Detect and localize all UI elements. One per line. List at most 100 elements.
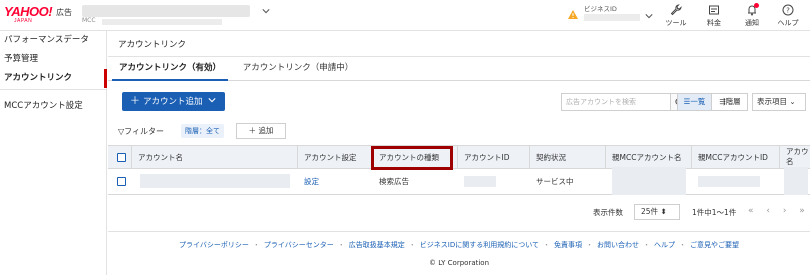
footer-link-privacy-center[interactable]: プライバシーセンター (264, 241, 334, 249)
table-row: 設定 検索広告 サービス中 (108, 167, 810, 195)
add-filter-label: 追加 (258, 126, 274, 135)
chevron-down-icon (207, 98, 216, 103)
filter-row: ▽フィルター 階層：全て ＋ 追加 (108, 122, 810, 144)
parent-mcc-name-redacted (612, 167, 686, 195)
settings-link[interactable]: 設定 (298, 169, 373, 194)
wrench-icon (670, 4, 682, 16)
column-header-account-settings[interactable]: アカウント設定 (298, 146, 373, 169)
display-items-dropdown[interactable]: 表示項目 ⌄ (752, 93, 806, 111)
column-header-truncated[interactable]: アカウ名 (780, 146, 810, 169)
help-button[interactable]: ? ヘルプ (772, 3, 804, 29)
copyright: © LY Corporation (428, 259, 490, 267)
display-items-label: 表示項目 (757, 97, 787, 106)
highlight-annotation (371, 146, 453, 170)
separator: ・ (543, 241, 550, 249)
row-checkbox[interactable] (117, 177, 126, 186)
tab-bar: アカウントリンク（有効） アカウントリンク（申請中） (108, 57, 810, 81)
page-range-text: 1件中1〜1件 (692, 208, 737, 217)
sidebar-item-account-link[interactable]: アカウントリンク (0, 69, 107, 88)
fees-label: 料金 (707, 19, 721, 27)
footer-link-feedback[interactable]: ご意見やご要望 (690, 241, 739, 249)
column-header-parent-mcc-name[interactable]: 親MCCアカウント名 (606, 146, 692, 169)
chevron-down-icon: ⌄ (789, 97, 796, 106)
page-nav-buttons[interactable]: « ‹ › » (748, 206, 810, 216)
business-id-label: ビジネスID (584, 5, 617, 13)
sidebar-item-budget[interactable]: 予算管理 (0, 50, 107, 69)
help-label: ヘルプ (777, 19, 799, 27)
separator: ・ (679, 241, 686, 249)
separator: ・ (408, 241, 416, 249)
footer-link-ad-terms[interactable]: 広告取扱基本規定 (349, 241, 405, 249)
parent-mcc-id-redacted (698, 176, 760, 187)
add-account-button[interactable]: ＋アカウント追加 (122, 92, 225, 111)
tab-pending-links[interactable]: アカウントリンク（申請中） (238, 57, 358, 81)
list-view-button[interactable]: ☰一覧 (678, 94, 712, 110)
column-header-account-name[interactable]: アカウント名 (132, 146, 298, 169)
table-header: アカウント名 アカウント設定 アカウントの種類 アカウントID 契約状況 親MC… (108, 145, 810, 170)
account-name-redacted (82, 5, 250, 17)
plus-icon: ＋ (130, 96, 140, 107)
filter-button[interactable]: ▽フィルター (118, 126, 164, 137)
page-title: アカウントリンク (118, 40, 187, 50)
main-content: アカウントリンク アカウントリンク（有効） アカウントリンク（申請中） ＋アカウ… (108, 31, 810, 275)
yahoo-logo[interactable]: YAHOO! JAPAN (4, 4, 53, 24)
add-filter-button[interactable]: ＋ 追加 (236, 123, 286, 139)
stepper-icon: ⬍ (660, 207, 667, 216)
warning-icon (568, 10, 578, 19)
account-type-cell: 検索広告 (379, 177, 409, 186)
column-header-contract-status[interactable]: 契約状況 (530, 146, 606, 169)
list-view-label: 一覧 (690, 97, 706, 106)
page-size-value: 25件 (641, 207, 659, 216)
top-header: YAHOO! JAPAN 広告 MCC ビジネスID ツール 料金 通知 ? ヘ… (0, 0, 810, 31)
notifications-label: 通知 (745, 19, 759, 27)
separator: ・ (643, 241, 650, 249)
footer-link-disclaimer[interactable]: 免責事項 (554, 241, 582, 249)
column-header-parent-mcc-id[interactable]: 親MCCアカウントID (692, 146, 780, 169)
account-mcc-redacted (102, 19, 222, 25)
account-search-input[interactable]: 広告アカウントを検索 (561, 93, 670, 111)
page-size-select[interactable]: 25件 ⬍ (634, 204, 680, 220)
contract-status-cell: サービス中 (536, 177, 574, 186)
tree-view-label: 階層 (725, 97, 741, 106)
plus-icon: ＋ (248, 126, 259, 135)
logo-text: YAHOO! (4, 4, 53, 19)
ads-label: 広告 (56, 8, 72, 17)
footer-link-business-id-terms[interactable]: ビジネスIDに関する利用規約について (420, 241, 539, 249)
filter-label: フィルター (124, 127, 164, 136)
billing-icon (709, 5, 719, 15)
chevron-down-icon (262, 9, 270, 14)
pagination: 表示件数 25件 ⬍ 1件中1〜1件 « ‹ › » (108, 204, 810, 222)
account-id-redacted (464, 176, 496, 187)
view-toggle: ☰一覧 ⇶階層 (677, 93, 748, 111)
tools-label: ツール (665, 19, 687, 27)
footer-link-privacy-policy[interactable]: プライバシーポリシー (179, 241, 249, 249)
separator: ・ (586, 241, 593, 249)
separator: ・ (337, 241, 345, 249)
notification-badge (754, 3, 759, 8)
header-checkbox-cell (108, 146, 132, 169)
add-account-label: アカウント追加 (143, 97, 203, 107)
footer-links: プライバシーポリシー・プライバシーセンター・広告取扱基本規定・ビジネスIDに関す… (108, 240, 810, 250)
fees-button[interactable]: 料金 (698, 3, 730, 29)
account-selector[interactable]: MCC (80, 4, 275, 28)
sidebar: パフォーマンスデータ 予算管理 アカウントリンク MCCアカウント設定 (0, 31, 107, 275)
notifications-button[interactable]: 通知 (736, 3, 768, 29)
filter-chip-hierarchy[interactable]: 階層：全て (181, 124, 224, 138)
sidebar-divider (0, 89, 107, 90)
tab-active-links[interactable]: アカウントリンク（有効） (112, 57, 228, 81)
business-id-redacted (584, 14, 640, 21)
footer-link-help[interactable]: ヘルプ (654, 241, 675, 249)
business-id-menu[interactable]: ビジネスID (568, 3, 660, 28)
sidebar-item-performance[interactable]: パフォーマンスデータ (0, 31, 107, 50)
chevron-down-icon (645, 14, 653, 19)
account-name-redacted[interactable] (140, 174, 290, 188)
footer-divider (108, 231, 810, 232)
tree-view-button[interactable]: ⇶階層 (712, 94, 748, 110)
sidebar-item-mcc-settings[interactable]: MCCアカウント設定 (0, 97, 107, 116)
tools-button[interactable]: ツール (660, 3, 692, 29)
separator: ・ (252, 241, 260, 249)
account-mcc-label: MCC (82, 17, 96, 24)
footer-link-contact[interactable]: お問い合わせ (597, 241, 639, 249)
page-size-label: 表示件数 (593, 208, 623, 217)
column-header-account-id[interactable]: アカウントID (458, 146, 530, 169)
